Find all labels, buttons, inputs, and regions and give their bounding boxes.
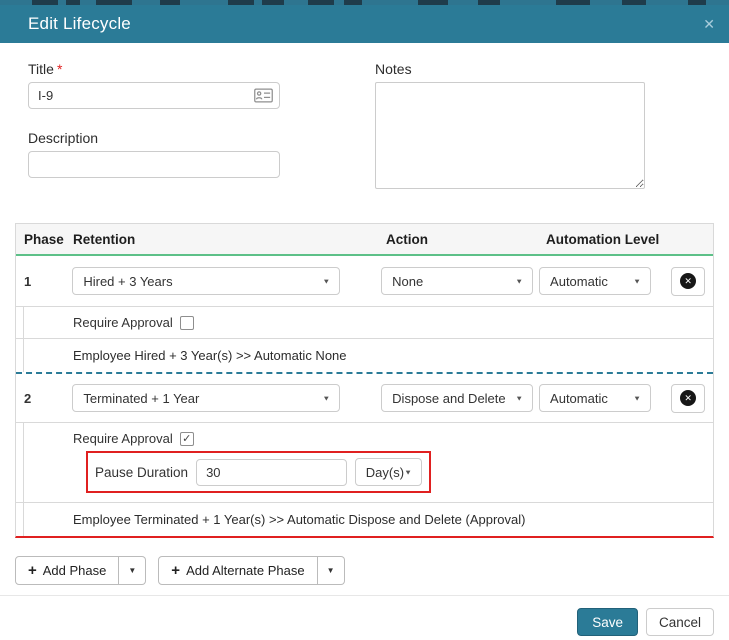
remove-phase-button[interactable]: ✕	[671, 384, 705, 413]
title-input-wrap	[28, 82, 280, 109]
pause-duration-label: Pause Duration	[95, 465, 188, 480]
col-header-retention: Retention	[73, 232, 386, 247]
phase-2-row: 2 Terminated + 1 Year ▼ Dispose and Dele…	[16, 372, 713, 422]
add-phase-bar: + Add Phase ▼ + Add Alternate Phase ▼	[15, 556, 714, 585]
modal-title: Edit Lifecycle	[28, 14, 131, 34]
phase-table: Phase Retention Action Automation Level …	[15, 223, 714, 538]
notes-textarea[interactable]	[375, 82, 645, 189]
cancel-button[interactable]: Cancel	[646, 608, 714, 636]
phase-1-row: 1 Hired + 3 Years ▼ None ▼ Automatic	[16, 256, 713, 306]
required-asterisk: *	[57, 61, 62, 77]
save-button[interactable]: Save	[577, 608, 638, 636]
left-column: Title* Description	[28, 61, 280, 194]
chevron-down-icon: ▼	[404, 468, 412, 476]
phase-summary: Employee Hired + 3 Year(s) >> Automatic …	[24, 339, 713, 372]
automation-select[interactable]: Automatic ▼	[539, 267, 651, 295]
chevron-down-icon: ▼	[633, 394, 641, 402]
phase-2-summary-row: Employee Terminated + 1 Year(s) >> Autom…	[16, 502, 713, 536]
chevron-down-icon: ▼	[633, 277, 641, 285]
right-column: Notes	[375, 61, 645, 194]
add-alternate-phase-dropdown-toggle[interactable]: ▼	[318, 556, 345, 585]
modal-footer: Save Cancel	[0, 595, 729, 640]
automation-select[interactable]: Automatic ▼	[539, 384, 651, 412]
chevron-down-icon: ▼	[515, 277, 523, 285]
col-header-phase: Phase	[24, 232, 73, 247]
table-header-row: Phase Retention Action Automation Level	[16, 224, 713, 256]
add-phase-dropdown-toggle[interactable]: ▼	[119, 556, 146, 585]
phase-2-approval-row: Require Approval ✓ Pause Duration Day(s)…	[16, 422, 713, 502]
modal-header: Edit Lifecycle ✕	[0, 5, 729, 43]
phase-1-summary-row: Employee Hired + 3 Year(s) >> Automatic …	[16, 338, 713, 372]
phase-1-approval-row: Require Approval	[16, 306, 713, 338]
title-label: Title*	[28, 61, 280, 77]
require-approval-checkbox[interactable]: ✓	[180, 432, 194, 446]
plus-icon: +	[171, 563, 180, 578]
remove-phase-button[interactable]: ✕	[671, 267, 705, 296]
pause-duration-highlight-box: Pause Duration Day(s) ▼	[86, 451, 431, 493]
require-approval-checkbox[interactable]	[180, 316, 194, 330]
require-approval-label: Require Approval	[73, 315, 173, 330]
notes-label: Notes	[375, 61, 645, 77]
action-select[interactable]: Dispose and Delete ▼	[381, 384, 533, 412]
description-input[interactable]	[28, 151, 280, 178]
pause-duration-unit-select[interactable]: Day(s) ▼	[355, 458, 422, 486]
circle-x-icon: ✕	[680, 390, 696, 406]
col-header-automation: Automation Level	[546, 232, 668, 247]
chevron-down-icon: ▼	[322, 394, 330, 402]
modal-body: Title* Description Notes	[0, 43, 729, 595]
retention-select[interactable]: Terminated + 1 Year ▼	[72, 384, 340, 412]
contact-card-icon[interactable]	[254, 88, 273, 103]
title-input[interactable]	[28, 82, 280, 109]
close-icon[interactable]: ✕	[703, 17, 715, 31]
action-select[interactable]: None ▼	[381, 267, 533, 295]
edit-lifecycle-modal: Edit Lifecycle ✕ Title*	[0, 0, 729, 640]
description-label: Description	[28, 130, 280, 146]
phase-number: 1	[24, 274, 72, 289]
phase-summary: Employee Terminated + 1 Year(s) >> Autom…	[24, 503, 713, 536]
circle-x-icon: ✕	[680, 273, 696, 289]
add-alternate-phase-button[interactable]: + Add Alternate Phase	[158, 556, 317, 585]
phase-number: 2	[24, 391, 72, 406]
require-approval-label: Require Approval	[73, 431, 173, 446]
add-phase-button[interactable]: + Add Phase	[15, 556, 119, 585]
chevron-down-icon: ▼	[322, 277, 330, 285]
top-form: Title* Description Notes	[0, 43, 729, 194]
col-header-action: Action	[386, 232, 546, 247]
background-page-edge	[0, 0, 729, 5]
plus-icon: +	[28, 563, 37, 578]
chevron-down-icon: ▼	[515, 394, 523, 402]
retention-select[interactable]: Hired + 3 Years ▼	[72, 267, 340, 295]
pause-duration-input[interactable]	[196, 459, 347, 486]
